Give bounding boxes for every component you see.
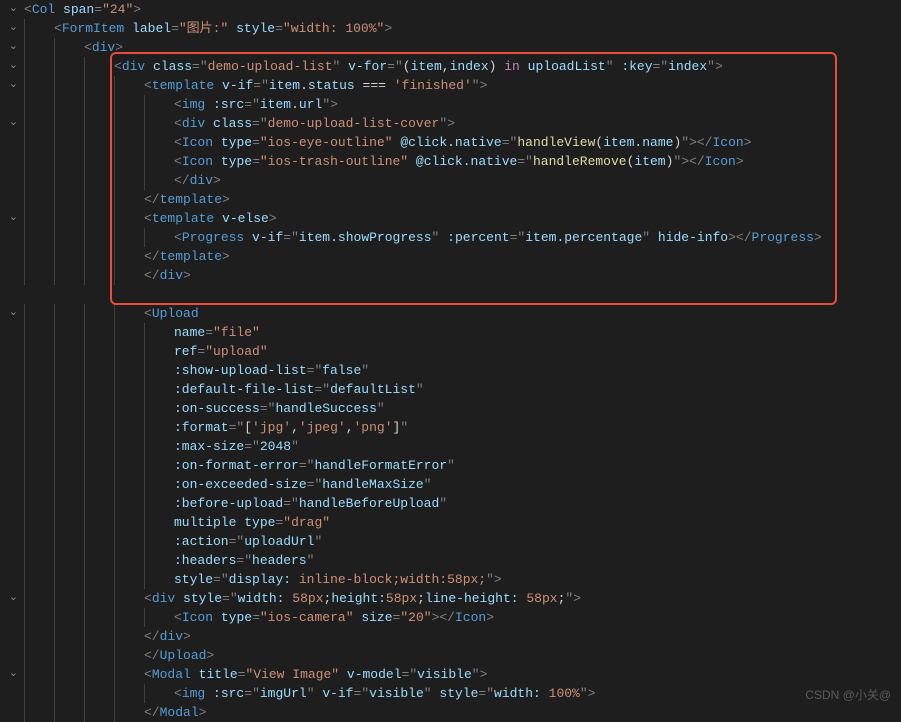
code-line[interactable]: <Icon type="ios-trash-outline" @click.na…	[24, 152, 901, 171]
code-line[interactable]: <img :src="imgUrl" v-if="visible" style=…	[24, 684, 901, 703]
code-line[interactable]: multiple type="drag"	[24, 513, 901, 532]
code-line[interactable]: <Upload	[24, 304, 901, 323]
code-line[interactable]: :action="uploadUrl"	[24, 532, 901, 551]
code-line[interactable]: :on-success="handleSuccess"	[24, 399, 901, 418]
code-line[interactable]: <Progress v-if="item.showProgress" :perc…	[24, 228, 901, 247]
code-line[interactable]: style="display: inline-block;width:58px;…	[24, 570, 901, 589]
code-line[interactable]: name="file"	[24, 323, 901, 342]
code-line[interactable]: </Modal>	[24, 703, 901, 722]
fold-chevron-icon[interactable]: ⌄	[9, 114, 18, 133]
fold-chevron-icon[interactable]: ⌄	[9, 76, 18, 95]
fold-chevron-icon[interactable]: ⌄	[9, 19, 18, 38]
fold-chevron-icon[interactable]: ⌄	[9, 589, 18, 608]
code-line[interactable]: :show-upload-list="false"	[24, 361, 901, 380]
code-line[interactable]: <div class="demo-upload-list" v-for="(it…	[24, 57, 901, 76]
code-line[interactable]: :before-upload="handleBeforeUpload"	[24, 494, 901, 513]
fold-chevron-icon[interactable]: ⌄	[9, 57, 18, 76]
code-line[interactable]: </template>	[24, 247, 901, 266]
fold-chevron-icon[interactable]: ⌄	[9, 0, 18, 19]
code-line[interactable]: <div class="demo-upload-list-cover">	[24, 114, 901, 133]
code-line[interactable]: <div>	[24, 38, 901, 57]
fold-gutter: ⌄⌄⌄⌄⌄⌄⌄⌄⌄⌄	[0, 0, 20, 711]
code-line[interactable]: </div>	[24, 266, 901, 285]
code-line[interactable]: :default-file-list="defaultList"	[24, 380, 901, 399]
code-line[interactable]: <template v-else>	[24, 209, 901, 228]
code-line[interactable]: :format="['jpg','jpeg','png']"	[24, 418, 901, 437]
code-editor[interactable]: ⌄⌄⌄⌄⌄⌄⌄⌄⌄⌄ <Col span="24"><FormItem labe…	[0, 0, 901, 711]
code-line[interactable]: :max-size="2048"	[24, 437, 901, 456]
fold-chevron-icon[interactable]: ⌄	[9, 38, 18, 57]
code-line[interactable]: :on-format-error="handleFormatError"	[24, 456, 901, 475]
fold-chevron-icon[interactable]: ⌄	[9, 209, 18, 228]
code-line[interactable]: </template>	[24, 190, 901, 209]
code-line[interactable]: <Icon type="ios-eye-outline" @click.nati…	[24, 133, 901, 152]
code-line[interactable]: <img :src="item.url">	[24, 95, 901, 114]
code-line[interactable]: :headers="headers"	[24, 551, 901, 570]
code-line[interactable]: <Modal title="View Image" v-model="visib…	[24, 665, 901, 684]
fold-chevron-icon[interactable]: ⌄	[9, 304, 18, 323]
code-line[interactable]: <div style="width: 58px;height:58px;line…	[24, 589, 901, 608]
code-line[interactable]: <Icon type="ios-camera" size="20"></Icon…	[24, 608, 901, 627]
code-area[interactable]: <Col span="24"><FormItem label="图片:" sty…	[20, 0, 901, 711]
code-line[interactable]: <FormItem label="图片:" style="width: 100%…	[24, 19, 901, 38]
code-line[interactable]: ref="upload"	[24, 342, 901, 361]
code-line[interactable]	[24, 285, 901, 304]
fold-chevron-icon[interactable]: ⌄	[9, 665, 18, 684]
code-line[interactable]: <Col span="24">	[24, 0, 901, 19]
code-line[interactable]: <template v-if="item.status === 'finishe…	[24, 76, 901, 95]
code-line[interactable]: </Upload>	[24, 646, 901, 665]
code-line[interactable]: </div>	[24, 627, 901, 646]
watermark: CSDN @小关@	[805, 686, 891, 705]
code-line[interactable]: </div>	[24, 171, 901, 190]
code-line[interactable]: :on-exceeded-size="handleMaxSize"	[24, 475, 901, 494]
